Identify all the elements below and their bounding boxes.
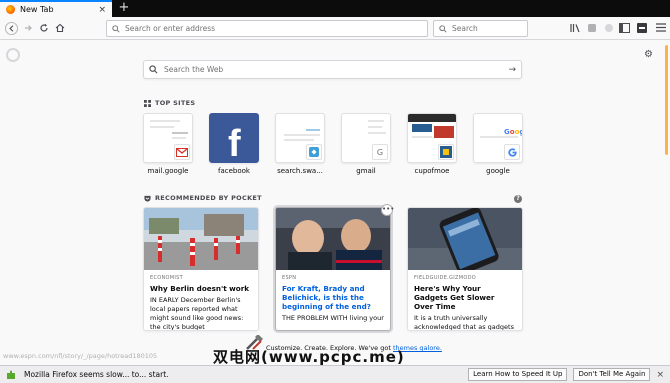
cupofmoe-icon (438, 144, 454, 160)
forward-arrow-icon (25, 25, 32, 31)
top-sites-heading: TOP SITES (144, 99, 195, 107)
swagbucks-icon (306, 144, 322, 160)
card-title: For Kraft, Brady and Belichick, is this … (282, 284, 371, 311)
pocket-extension-button[interactable] (586, 22, 597, 33)
card-source: FIELDGUIDE.GIZMODO (414, 275, 476, 281)
addon-button[interactable] (603, 22, 614, 33)
address-bar[interactable]: Search or enter address (106, 20, 428, 37)
card-description: IN EARLY December Berlin's local papers … (150, 296, 244, 331)
new-tab-button[interactable]: + (117, 1, 131, 15)
menu-button[interactable] (655, 22, 666, 33)
page-settings-gear-icon[interactable]: ⚙ (644, 49, 653, 60)
site-thumbnail (275, 113, 325, 163)
notification-text: Mozilla Firefox seems slow... to... star… (24, 370, 169, 379)
sidebar-button[interactable] (619, 22, 630, 33)
page-scrollbar[interactable] (664, 41, 669, 361)
tab-strip: New Tab × + (0, 0, 670, 17)
site-thumbnail: G (341, 113, 391, 163)
top-site-google[interactable]: Google google (473, 113, 523, 175)
web-search-box[interactable]: Search the Web → (143, 60, 522, 79)
notification-close-icon[interactable]: × (656, 370, 664, 380)
back-arrow-icon (4, 21, 18, 35)
top-site-label: mail.google (147, 167, 189, 175)
pocket-heading: RECOMMENDED BY POCKET (144, 194, 262, 202)
pocket-card-gizmodo[interactable]: FIELDGUIDE.GIZMODO Here's Why Your Gadge… (407, 207, 523, 331)
tab-title: New Tab (20, 5, 54, 14)
top-site-label: google (486, 167, 510, 175)
top-site-label: cupofmoe (414, 167, 450, 175)
facebook-logo-icon: f (209, 113, 259, 163)
reload-icon (40, 23, 48, 32)
pocket-icon (144, 195, 151, 202)
card-image-berlin-street (144, 208, 258, 270)
card-title: Why Berlin doesn't work (150, 284, 250, 293)
top-site-search-swa[interactable]: search.swa... (275, 113, 325, 175)
search-icon (149, 65, 158, 74)
card-source: ECONOMIST (150, 275, 183, 281)
tab-close-icon[interactable]: × (98, 5, 106, 15)
top-site-facebook[interactable]: f facebook (209, 113, 259, 175)
card-source: ESPN (282, 275, 297, 281)
home-button[interactable] (53, 21, 67, 35)
search-bar-placeholder: Search (452, 24, 478, 33)
google-g-gray-icon: G (372, 144, 388, 160)
top-site-mail-google[interactable]: mail.google (143, 113, 193, 175)
extension-icon (587, 23, 596, 32)
puzzle-piece-icon (7, 370, 15, 379)
search-go-arrow-icon[interactable]: → (508, 65, 516, 75)
card-title: Here's Why Your Gadgets Get Slower Over … (414, 284, 495, 311)
card-description: It is a truth universally acknowledged t… (414, 314, 514, 331)
search-bar[interactable]: Search (433, 20, 528, 37)
hamburger-menu-icon (655, 23, 666, 32)
back-button[interactable] (4, 21, 18, 35)
library-button[interactable] (570, 22, 581, 33)
card-context-menu-button[interactable]: ••• (381, 204, 394, 216)
forward-button[interactable] (21, 21, 35, 35)
card-image-kraft-brady (276, 208, 390, 270)
addon-icon (604, 23, 613, 32)
top-site-gmail[interactable]: G gmail (341, 113, 391, 175)
navigation-toolbar: Search or enter address Search (0, 17, 670, 40)
new-tab-page: ⚙ Search the Web → TOP SITES mail.google (0, 41, 670, 361)
top-site-label: gmail (356, 167, 376, 175)
pocket-info-icon[interactable]: ? (514, 195, 522, 203)
grid-icon (144, 99, 151, 107)
screenshot-icon (636, 22, 647, 33)
top-sites-grid: mail.google f facebook search.swa... G g… (143, 113, 523, 175)
top-sites-heading-label: TOP SITES (155, 99, 196, 107)
top-site-cupofmoe[interactable]: cupofmoe (407, 113, 457, 175)
dont-tell-me-again-button[interactable]: Don't Tell Me Again (573, 368, 651, 381)
scrollbar-thumb[interactable] (665, 45, 668, 155)
site-thumbnail (407, 113, 457, 163)
search-icon (112, 24, 120, 33)
firefox-favicon-icon (6, 5, 15, 14)
google-g-icon (504, 144, 520, 160)
home-icon (55, 23, 65, 33)
web-search-placeholder: Search the Web (164, 65, 224, 74)
library-icon (570, 23, 580, 32)
firefox-logo-icon (6, 48, 20, 62)
slow-startup-notification: Mozilla Firefox seems slow... to... star… (0, 365, 670, 383)
screenshot-button[interactable] (636, 22, 647, 33)
card-description: THE PROBLEM WITH living your (282, 314, 384, 322)
site-thumbnail: Google (473, 113, 523, 163)
site-thumbnail (143, 113, 193, 163)
pocket-card-espn[interactable]: ESPN For Kraft, Brady and Belichick, is … (275, 207, 391, 331)
gmail-icon (174, 144, 190, 160)
pocket-heading-label: RECOMMENDED BY POCKET (155, 194, 262, 202)
pocket-card-economist[interactable]: ECONOMIST Why Berlin doesn't work IN EAR… (143, 207, 259, 331)
top-site-label: facebook (218, 167, 250, 175)
address-bar-placeholder: Search or enter address (125, 24, 216, 33)
top-site-label: search.swa... (277, 167, 323, 175)
status-link-preview: www.espn.com/nfl/story/_/page/hotread180… (3, 352, 158, 360)
tab-new-tab[interactable]: New Tab × (0, 0, 112, 17)
speed-it-up-button[interactable]: Learn How to Speed It Up (468, 368, 568, 381)
sidebar-icon (619, 22, 630, 33)
search-icon (439, 24, 447, 33)
card-image-smartphone (408, 208, 522, 270)
reload-button[interactable] (37, 21, 51, 35)
